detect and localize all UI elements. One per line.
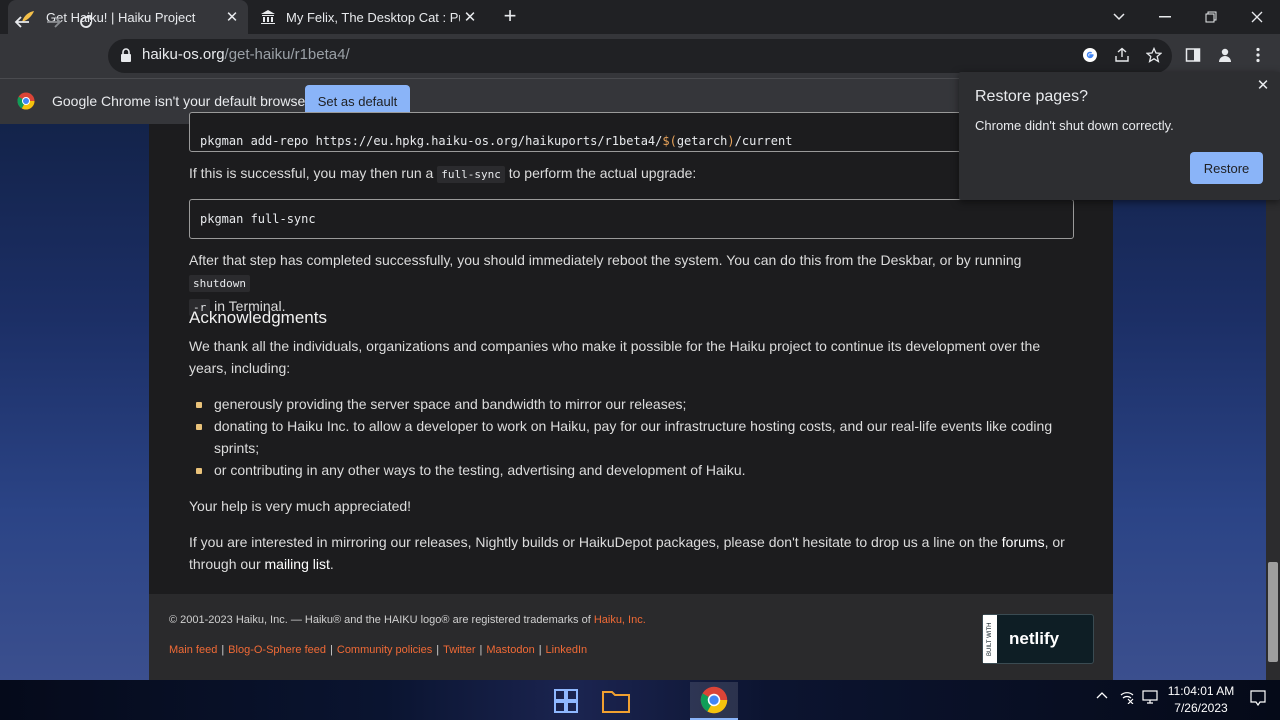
forward-arrow-icon[interactable] <box>39 7 69 37</box>
community-policies-link[interactable]: Community policies <box>337 644 432 656</box>
inline-code: full-sync <box>437 166 505 183</box>
show-hidden-icons-chevron-icon[interactable] <box>1096 690 1108 705</box>
bullet-marker <box>196 424 202 430</box>
task-view-icon[interactable] <box>542 682 590 720</box>
windows-taskbar <box>0 680 1280 720</box>
popup-title: Restore pages? <box>975 88 1088 105</box>
list-item: donating to Haiku Inc. to allow a develo… <box>214 418 1053 456</box>
main-feed-link[interactable]: Main feed <box>169 644 217 656</box>
clock-time: 11:04:01 AM <box>1167 684 1235 698</box>
close-tab-icon[interactable]: ✕ <box>460 8 480 26</box>
restore-window-icon[interactable] <box>1188 0 1234 34</box>
scrollbar-thumb[interactable] <box>1268 562 1278 662</box>
lock-icon[interactable] <box>120 47 132 63</box>
paragraph-appreciation: Your help is very much appreciated! <box>189 498 412 514</box>
code-text: pkgman full-sync <box>200 212 316 226</box>
restore-button[interactable]: Restore <box>1190 152 1263 184</box>
paragraph-mirroring: If you are interested in mirroring our r… <box>189 534 1065 572</box>
system-clock[interactable]: 11:04:01 AM 7/26/2023 <box>1160 683 1242 717</box>
new-tab-plus-icon[interactable]: + <box>498 4 522 30</box>
url-text[interactable]: haiku-os.org/get-haiku/r1beta4/ <box>142 46 350 63</box>
url-host: haiku-os.org <box>142 46 225 63</box>
list-item: or contributing in any other ways to the… <box>214 462 746 478</box>
display-icon[interactable] <box>1142 690 1158 707</box>
file-explorer-icon[interactable] <box>592 682 640 720</box>
tab-felix-cat[interactable]: My Felix, The Desktop Cat : Purin ✕ <box>250 0 486 34</box>
copyright-text: © 2001-2023 Haiku, Inc. — Haiku® and the… <box>169 614 646 626</box>
menu-kebab-icon[interactable] <box>1247 44 1269 66</box>
bullet-marker <box>196 468 202 474</box>
blog-o-sphere-feed-link[interactable]: Blog-O-Sphere feed <box>228 644 326 656</box>
built-with-netlify-badge[interactable]: BUILT WITH netlify <box>982 614 1094 664</box>
linkedin-link[interactable]: LinkedIn <box>546 644 588 656</box>
close-popup-icon[interactable]: ✕ <box>1254 76 1272 94</box>
network-disconnected-icon[interactable] <box>1120 690 1134 707</box>
notifications-icon[interactable] <box>1250 690 1266 709</box>
bullet-marker <box>196 402 202 408</box>
share-icon[interactable] <box>1111 44 1133 66</box>
url-path: /get-haiku/r1beta4/ <box>224 46 350 63</box>
netlify-wordmark: netlify <box>1009 629 1060 648</box>
twitter-link[interactable]: Twitter <box>443 644 475 656</box>
profile-avatar-icon[interactable] <box>1214 44 1236 66</box>
close-window-icon[interactable] <box>1234 0 1280 34</box>
infobar-message: Google Chrome isn't your default browser <box>52 93 310 109</box>
clock-date: 7/26/2023 <box>1174 701 1228 715</box>
forums-link[interactable]: forums <box>1002 534 1045 550</box>
paragraph-thanks: We thank all the individuals, organizati… <box>189 338 1041 376</box>
code-block-full-sync: pkgman full-sync <box>189 199 1074 239</box>
tab-title: My Felix, The Desktop Cat : Purin <box>286 9 460 25</box>
acknowledgments-heading: Acknowledgments <box>189 308 327 327</box>
minimize-icon[interactable] <box>1142 0 1188 34</box>
tab-search-chevron-icon[interactable] <box>1096 0 1142 34</box>
google-lens-icon[interactable] <box>1079 44 1101 66</box>
code-text: pkgman add-repo https://eu.hpkg.haiku-os… <box>200 134 793 148</box>
haiku-inc-link[interactable]: Haiku, Inc. <box>594 614 646 626</box>
chrome-logo-icon <box>17 92 35 110</box>
footer-links: Main feed | Blog-O-Sphere feed | Community p… <box>169 644 588 656</box>
mastodon-link[interactable]: Mastodon <box>486 644 534 656</box>
inline-code: shutdown <box>189 275 250 292</box>
code-block-add-repo: pkgman add-repo https://eu.hpkg.haiku-os… <box>189 112 1074 152</box>
reload-icon[interactable] <box>71 7 101 37</box>
built-with-label: BUILT WITH <box>983 615 997 663</box>
chrome-taskbar-icon[interactable] <box>690 682 738 720</box>
mailing-list-link[interactable]: mailing list <box>265 556 330 572</box>
museum-icon <box>260 9 276 25</box>
list-item: generously providing the server space an… <box>214 396 687 412</box>
close-tab-icon[interactable]: ✕ <box>222 8 242 26</box>
side-panel-icon[interactable] <box>1182 44 1204 66</box>
back-arrow-icon[interactable] <box>7 7 37 37</box>
page-footer <box>149 594 1113 680</box>
paragraph-full-sync: If this is successful, you may then run … <box>189 165 697 183</box>
bookmark-star-icon[interactable] <box>1143 44 1165 66</box>
popup-message: Chrome didn't shut down correctly. <box>975 118 1174 133</box>
